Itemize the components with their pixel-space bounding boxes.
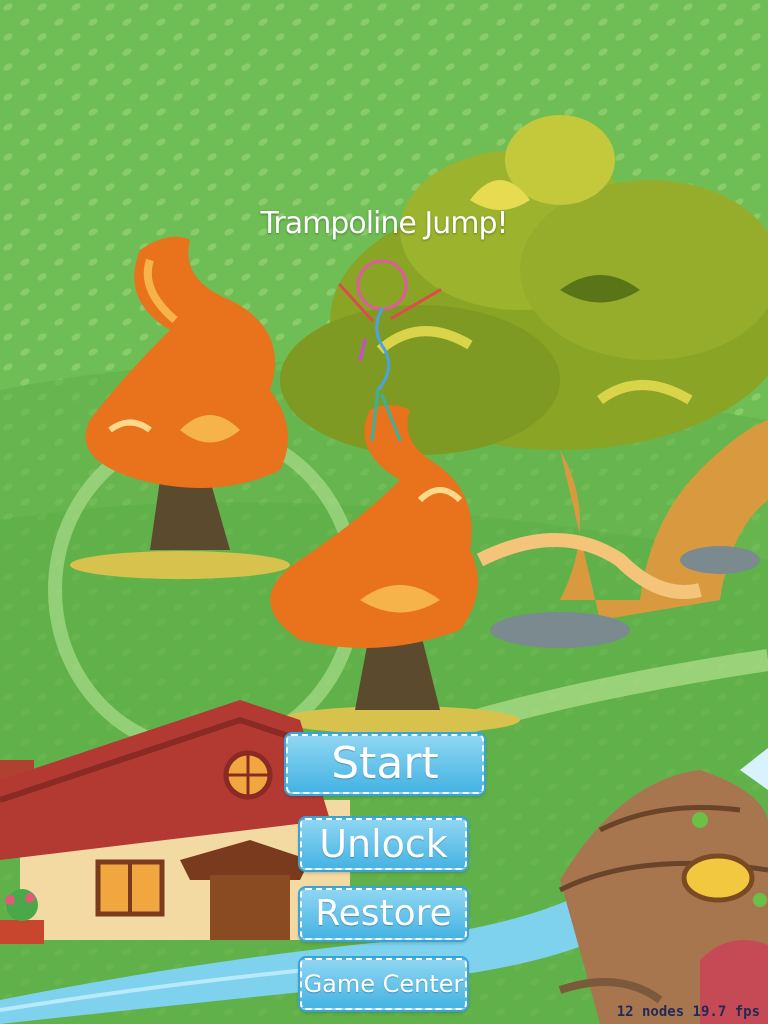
background-scene <box>0 0 768 1024</box>
unlock-button[interactable]: Unlock <box>300 818 467 870</box>
game-title: Trampoline Jump! <box>260 206 508 241</box>
restore-button[interactable]: Restore <box>300 888 467 940</box>
start-button[interactable]: Start <box>286 734 484 794</box>
debug-stats: 12 nodes 19.7 fps <box>616 1004 760 1020</box>
game-center-button[interactable]: Game Center <box>300 958 467 1010</box>
